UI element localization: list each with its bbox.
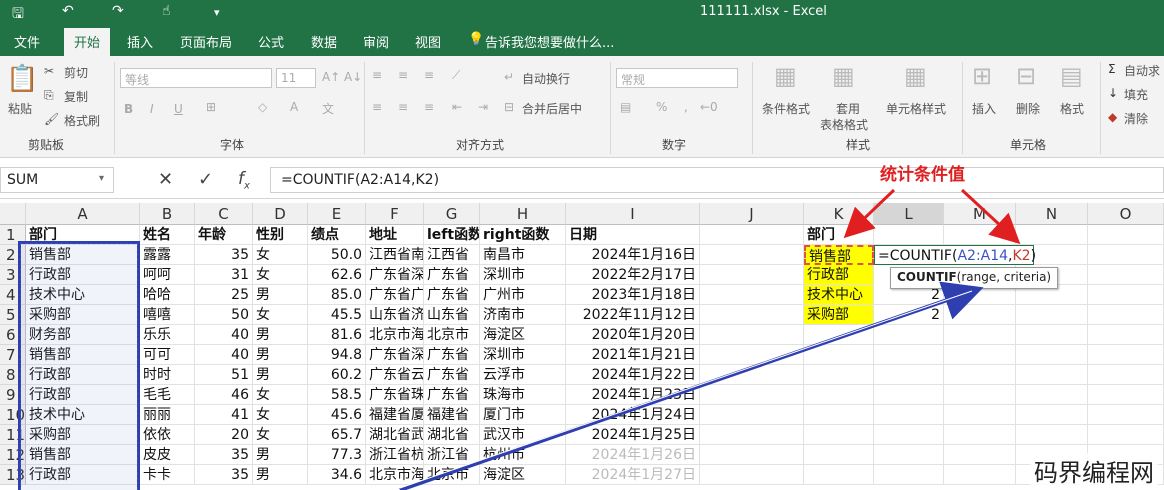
arrow-to-k2 <box>843 188 896 239</box>
arrow-to-range-inner <box>399 290 973 489</box>
watermark-text: 码界编程网 <box>1030 453 1158 488</box>
arrow-to-criteria <box>960 188 1021 245</box>
arrow-to-range <box>399 281 984 490</box>
annotation-arrows <box>399 188 1021 490</box>
